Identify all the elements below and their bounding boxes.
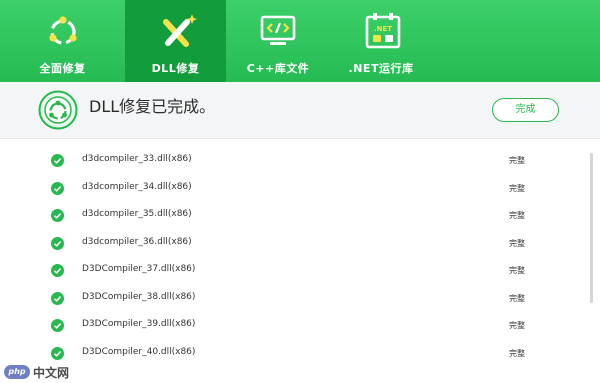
file-status: 完整 [509,211,525,220]
file-name: D3DCompiler_39.dll(x86) [82,319,196,329]
check-icon [51,292,64,305]
file-status: 完整 [509,239,525,248]
list-item: d3dcompiler_33.dll(x86) 完整 [0,148,590,175]
check-icon [51,264,64,277]
net-calendar-icon: .NET [365,13,401,49]
list-item: d3dcompiler_36.dll(x86) 完整 [0,231,590,258]
watermark: php 中文网 [4,363,69,381]
file-name: d3dcompiler_33.dll(x86) [82,154,192,164]
net-badge-text: .NET [374,25,392,33]
check-icon [51,182,64,195]
list-item: d3dcompiler_34.dll(x86) 完整 [0,176,590,203]
check-icon [51,209,64,222]
tab-dll-repair[interactable]: DLL修复 [125,0,226,82]
check-icon [51,319,64,332]
file-name: d3dcompiler_34.dll(x86) [82,182,192,192]
list-item: D3DCompiler_39.dll(x86) 完整 [0,313,590,340]
list-item: D3DCompiler_40.dll(x86) 完整 [0,341,590,368]
tab-label: DLL修复 [151,62,200,75]
done-button[interactable]: 完成 [492,98,559,122]
tab-net-runtime[interactable]: .NET .NET运行库 [330,0,432,82]
tab-label: 全面修复 [39,62,86,75]
file-status: 完整 [509,266,525,275]
list-item: d3dcompiler_35.dll(x86) 完整 [0,203,590,230]
repair-complete-icon [38,90,78,130]
tab-cpp-library[interactable]: C++库文件 [226,0,330,82]
list-item: D3DCompiler_37.dll(x86) 完整 [0,258,590,285]
tab-label: C++库文件 [246,62,310,75]
watermark-text: 中文网 [33,365,70,380]
file-status: 完整 [509,349,525,358]
code-monitor-icon [260,15,296,45]
tools-icon [163,14,197,47]
file-status: 完整 [509,156,525,165]
file-name: d3dcompiler_35.dll(x86) [82,209,192,219]
file-status: 完整 [509,321,525,330]
top-nav: 全面修复 DLL修复 C++库文件 .NET .NET运行库 [0,0,600,82]
recycle-icon [49,16,77,45]
status-bar: DLL修复已完成。 完成 [0,82,600,139]
file-status: 完整 [509,184,525,193]
file-name: d3dcompiler_36.dll(x86) [82,237,192,247]
tab-full-repair[interactable]: 全面修复 [0,0,125,82]
check-icon [51,237,64,250]
file-name: D3DCompiler_37.dll(x86) [82,264,196,274]
php-logo: php [4,365,30,379]
file-name: D3DCompiler_40.dll(x86) [82,347,196,357]
dll-file-list: d3dcompiler_33.dll(x86) 完整 d3dcompiler_3… [0,148,600,383]
status-title: DLL修复已完成。 [89,97,216,116]
file-status: 完整 [509,294,525,303]
check-icon [51,154,64,167]
tab-label: .NET运行库 [348,62,414,75]
scrollbar-thumb[interactable] [590,153,593,303]
file-name: D3DCompiler_38.dll(x86) [82,292,196,302]
check-icon [51,347,64,360]
list-item: D3DCompiler_38.dll(x86) 完整 [0,286,590,313]
